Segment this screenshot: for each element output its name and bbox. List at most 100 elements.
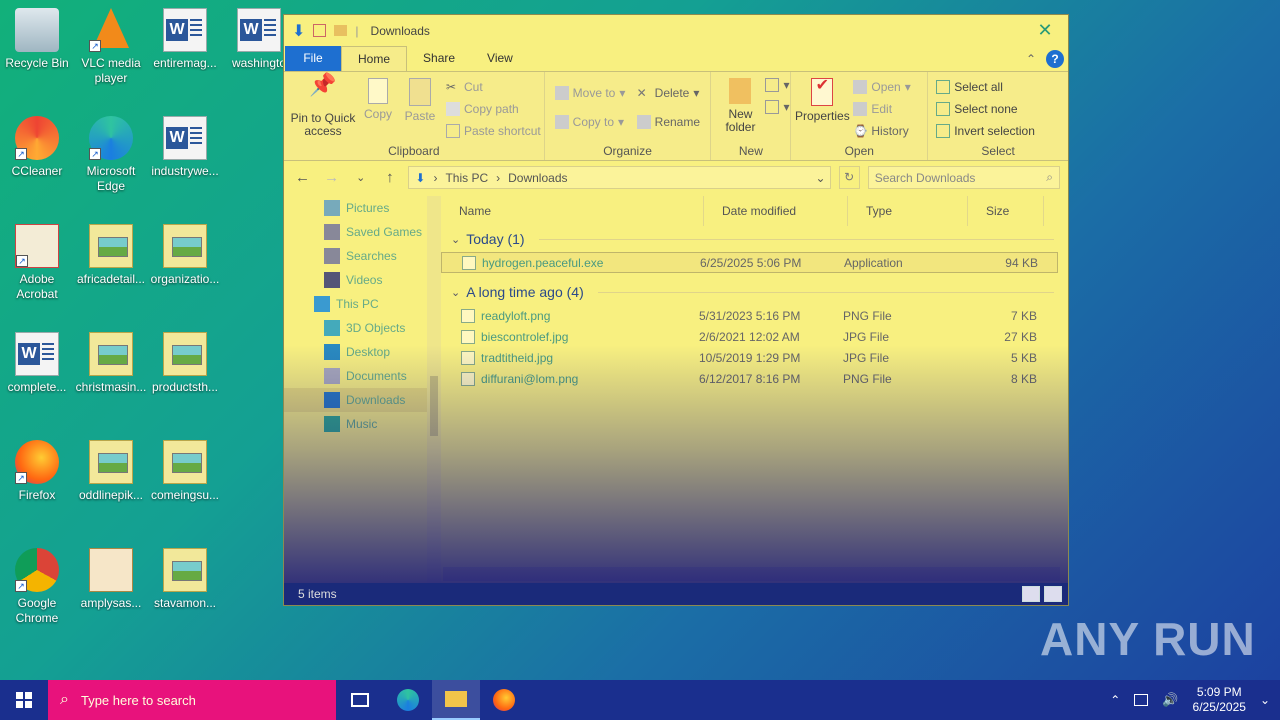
breadcrumb-downloads[interactable]: Downloads [508,171,567,185]
edge-taskbar-button[interactable] [384,680,432,720]
desktop-icon-industrywe[interactable]: industrywe... [148,116,222,179]
desktop-icon-complete[interactable]: complete... [0,332,74,395]
copy-button[interactable]: Copy [358,78,398,121]
desktop-icon-amplysas[interactable]: amplysas... [74,548,148,611]
task-view-button[interactable] [336,680,384,720]
taskbar-search[interactable]: ⌕ Type here to search [48,680,336,720]
details-view-icon[interactable] [1022,586,1040,602]
desktop-icon-recycle-bin[interactable]: Recycle Bin [0,8,74,71]
edge-icon: ↗ [89,116,133,160]
desktop-icon-google-chrome[interactable]: ↗ Google Chrome [0,548,74,626]
horizontal-scrollbar[interactable] [443,567,1060,581]
desktop-icon-oddlinepik[interactable]: oddlinepik... [74,440,148,503]
tab-view[interactable]: View [471,46,529,71]
column-type[interactable]: Type [848,196,968,226]
firefox-taskbar-button[interactable] [480,680,528,720]
rename-button[interactable]: Rename [636,115,700,129]
large-icons-view-icon[interactable] [1044,586,1062,602]
chevron-down-icon[interactable]: ⌄ [451,286,460,299]
desktop-icon-ccleaner[interactable]: ↗ CCleaner [0,116,74,179]
desktop-icon-christmasin[interactable]: christmasin... [74,332,148,395]
desktop-icon-entiremag[interactable]: entiremag... [148,8,222,71]
chevron-down-icon[interactable]: ⌄ [451,233,460,246]
chevron-up-icon[interactable]: ⌃ [1110,693,1120,707]
nav-item-downloads[interactable]: Downloads [284,388,441,412]
start-button[interactable] [0,680,48,720]
desktop-icon-microsoft-edge[interactable]: ↗ Microsoft Edge [74,116,148,194]
properties-quick-icon[interactable] [313,24,327,37]
paste-button[interactable]: Paste [400,78,440,123]
notification-icon[interactable]: ⌄ [1260,693,1270,707]
file-row[interactable]: biescontrolef.jpg 2/6/2021 12:02 AM JPG Fi… [441,326,1058,347]
delete-button[interactable]: ✕ Delete ▾ [637,86,700,100]
pin-quick-access-button[interactable]: 📌 Pin to Quick access [290,74,356,138]
nav-scroll-thumb[interactable] [430,376,438,436]
file-explorer-taskbar-button[interactable] [432,680,480,720]
up-arrow-icon[interactable]: ↑ [379,169,400,186]
file-row[interactable]: hydrogen.peaceful.exe 6/25/2025 5:06 PM Ap… [441,252,1058,273]
close-icon[interactable]: ✕ [1022,20,1068,41]
cut-button[interactable]: ✂ Cut [446,80,483,94]
nav-item-this-pc[interactable]: This PC [284,292,441,316]
refresh-icon[interactable]: ↻ [838,166,860,189]
nav-item-searches[interactable]: Searches [284,244,441,268]
desktop-icon-comeingsu[interactable]: comeingsu... [148,440,222,503]
nav-item-music[interactable]: Music [284,412,441,436]
forward-arrow-icon[interactable]: → [321,169,342,186]
select-all-button[interactable]: Select all [936,80,1003,94]
edit-button[interactable]: Edit [853,102,892,116]
new-folder-button[interactable]: New folder [715,78,765,134]
volume-icon[interactable]: 🔊 [1162,692,1178,708]
column-size[interactable]: Size [968,196,1044,226]
copy-path-button[interactable]: Copy path [446,102,519,116]
file-row[interactable]: diffurani@lom.png 6/12/2017 8:16 PM PNG Fi… [441,368,1058,389]
tab-share[interactable]: Share [407,46,471,71]
desktop-icon-label: Google Chrome [15,596,59,625]
desktop-icon-firefox[interactable]: ↗ Firefox [0,440,74,503]
file-row[interactable]: tradtitheid.jpg 10/5/2019 1:29 PM JPG File… [441,347,1058,368]
easy-access-button[interactable]: ▾ [765,100,789,114]
invert-selection-button[interactable]: Invert selection [936,124,1035,138]
nav-item-3d-objects[interactable]: 3D Objects [284,316,441,340]
open-button[interactable]: Open ▾ [853,80,911,94]
select-none-button[interactable]: Select none [936,102,1018,116]
desktop-icon-stavamon[interactable]: stavamon... [148,548,222,611]
search-input[interactable]: Search Downloads ⌕ [867,166,1061,189]
history-button[interactable]: ⌚ History [853,124,908,138]
nav-item-documents[interactable]: Documents [284,364,441,388]
breadcrumb-this-pc[interactable]: This PC [445,171,488,185]
chevron-up-icon[interactable]: ⌃ [1026,52,1036,66]
new-item-button[interactable]: ▾ [765,78,789,92]
nav-item-desktop[interactable]: Desktop [284,340,441,364]
nav-item-saved-games[interactable]: Saved Games [284,220,441,244]
column-date-modified[interactable]: Date modified [704,196,848,226]
desktop-icon-adobe-acrobat[interactable]: ↗ Adobe Acrobat [0,224,74,302]
new-folder-quick-icon[interactable] [334,25,348,36]
file-row[interactable]: readyloft.png 5/31/2023 5:16 PM PNG File 7 … [441,305,1058,326]
back-arrow-icon[interactable]: ← [292,169,313,186]
copy-to-button[interactable]: Copy to ▾ [554,115,624,129]
group-header[interactable]: ⌄ Today (1) [441,226,1068,252]
nav-item-videos[interactable]: Videos [284,268,441,292]
tab-file[interactable]: File [285,46,341,71]
column-name[interactable]: Name [441,196,704,226]
group-header[interactable]: ⌄ A long time ago (4) [441,279,1068,305]
address-field[interactable]: ⬇ › This PC › Downloads ⌄ [408,166,831,189]
tab-home[interactable]: Home [341,46,408,71]
clock[interactable]: 5:09 PM 6/25/2025 [1193,685,1246,715]
down-arrow-icon[interactable]: ⬇ [292,21,305,41]
desktop-icon-vlc-media-player[interactable]: ↗ VLC media player [74,8,148,86]
recent-chevron-down-icon[interactable]: ⌄ [350,171,371,184]
help-icon[interactable]: ? [1046,49,1064,68]
desktop-icon-africadetail[interactable]: africadetail... [74,224,148,287]
desktop-icon-productsth[interactable]: productsth... [148,332,222,395]
address-dropdown-icon[interactable]: ⌄ [812,171,830,185]
nav-item-pictures[interactable]: Pictures [284,196,441,220]
desktop-icon-organizatio[interactable]: organizatio... [148,224,222,287]
network-icon[interactable] [1134,694,1149,706]
shortcut-arrow-icon: ↗ [89,148,101,160]
paste-shortcut-button[interactable]: Paste shortcut [446,124,541,138]
move-to-button[interactable]: Move to ▾ [554,86,625,100]
properties-button[interactable]: ✔ Properties [793,78,851,123]
nav-scrollbar[interactable] [427,196,441,583]
